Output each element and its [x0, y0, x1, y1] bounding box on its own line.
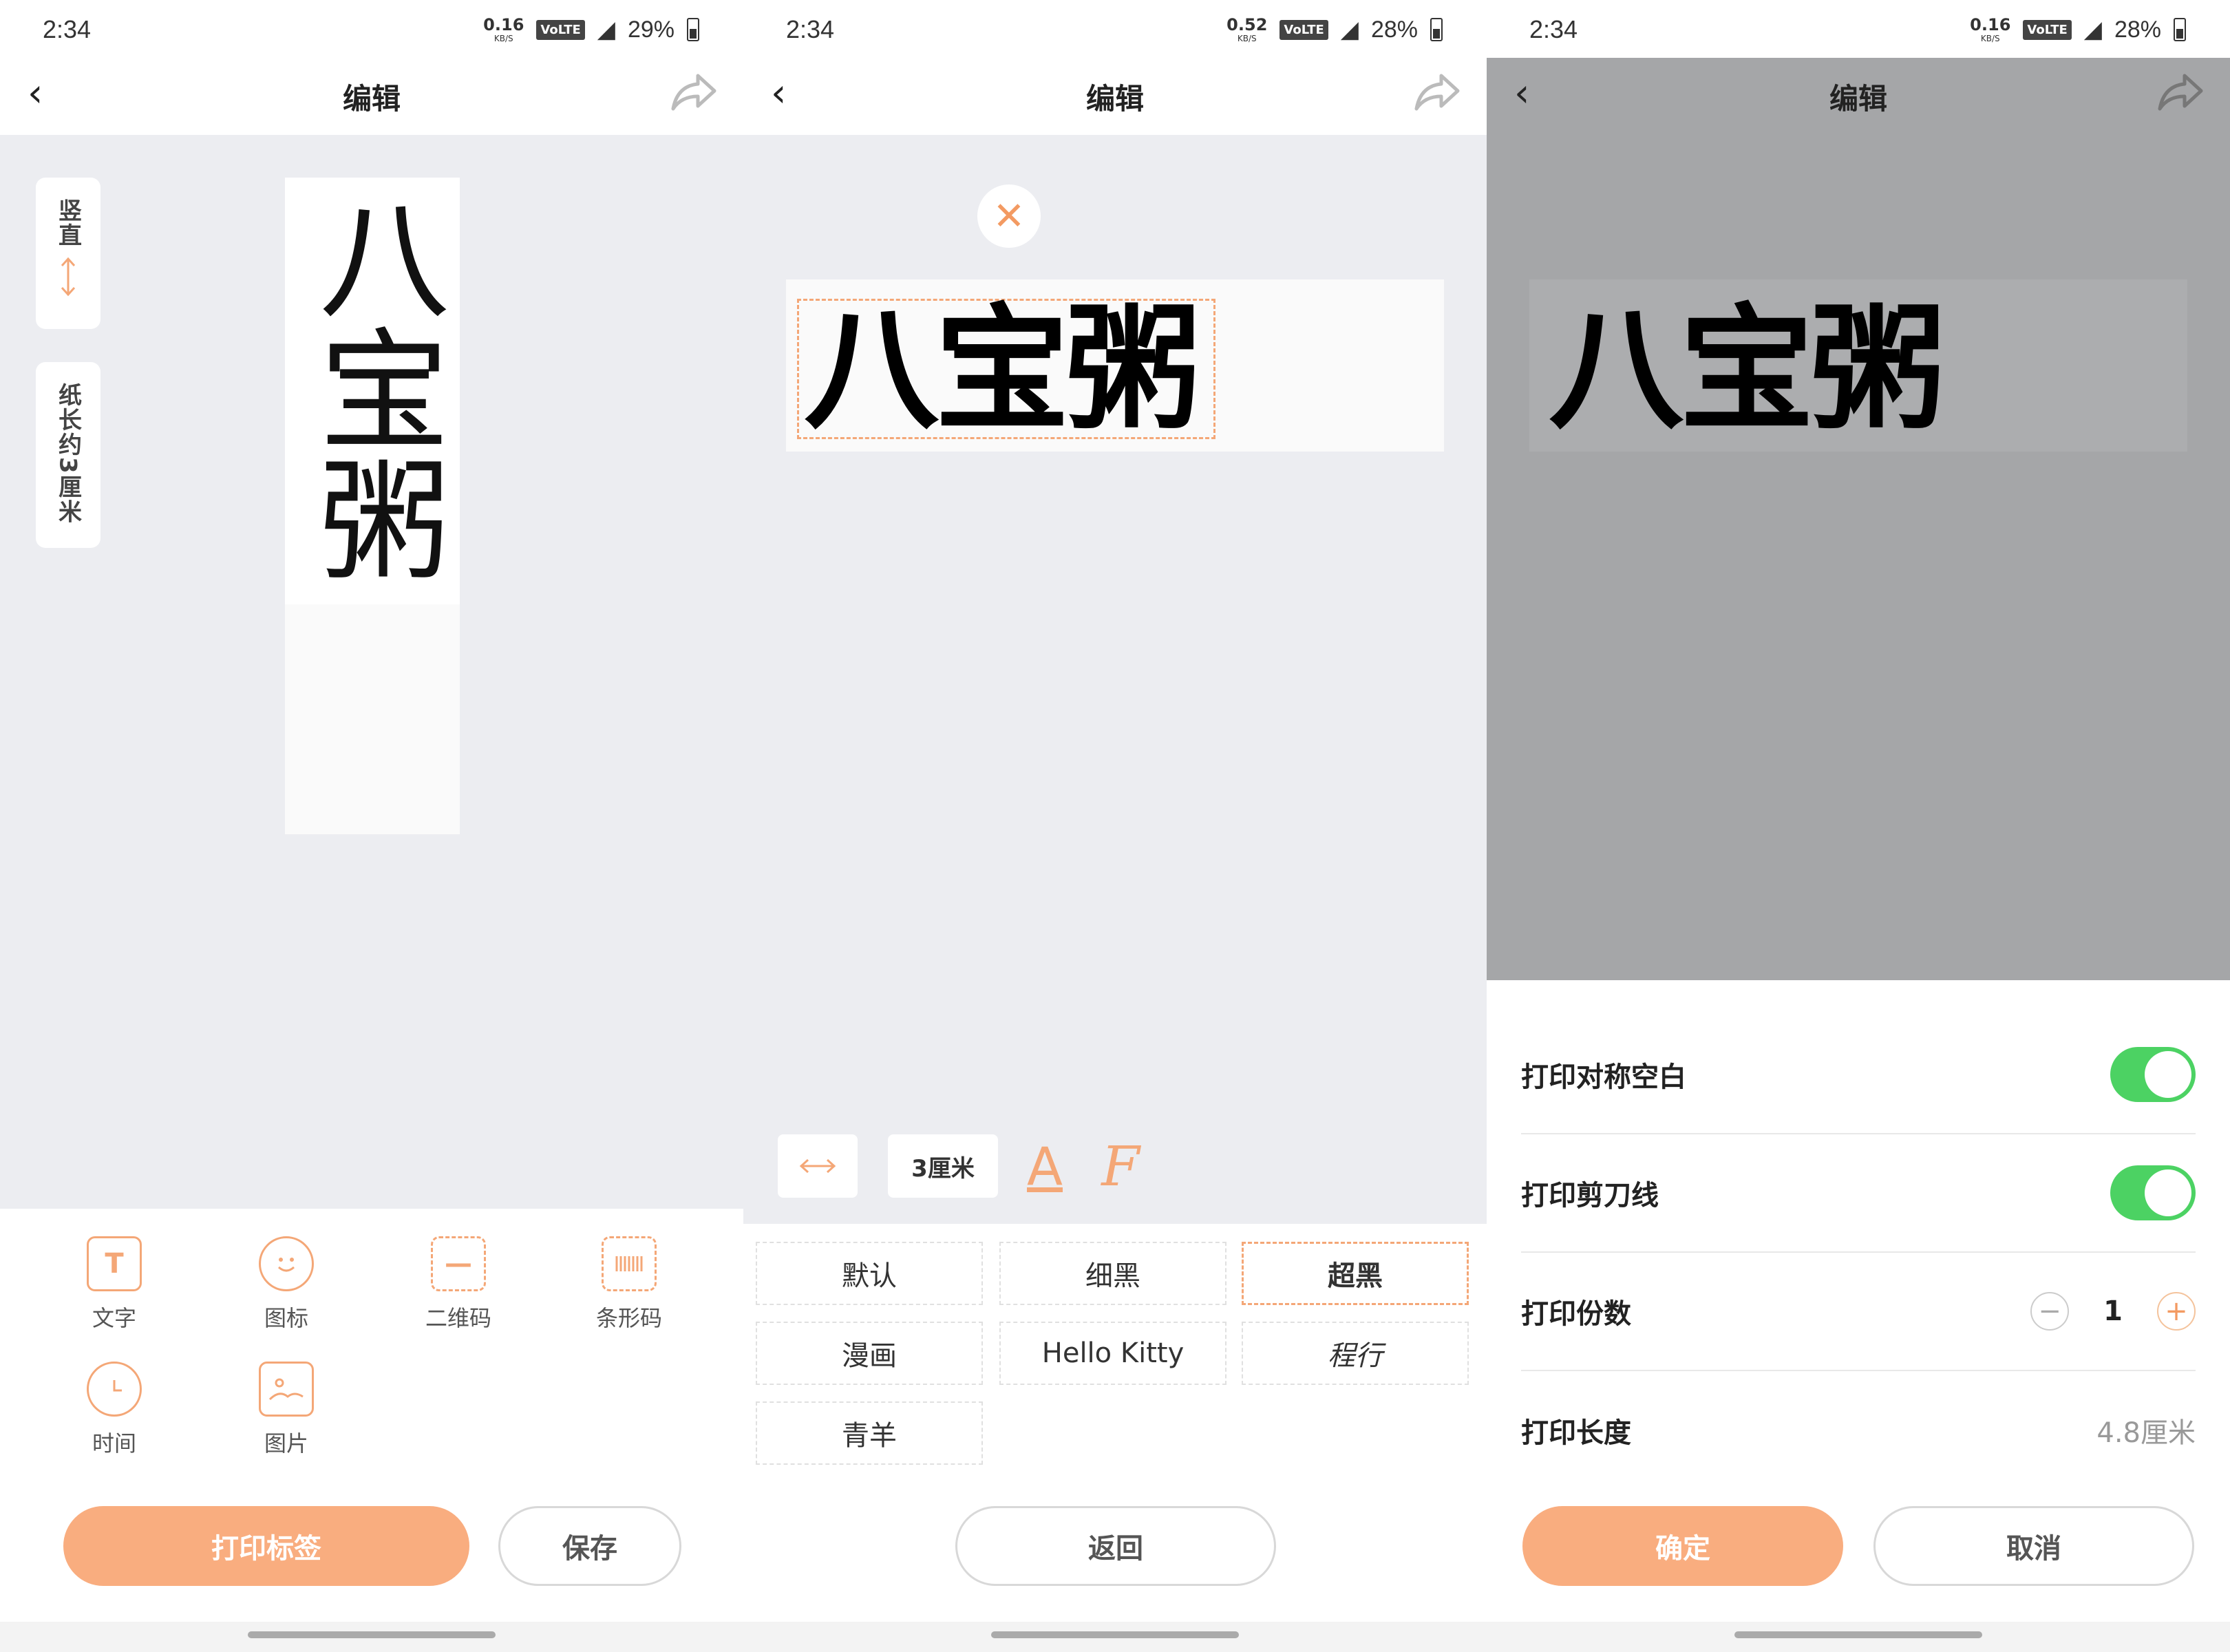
cancel-button[interactable]: 取消 [1873, 1506, 2194, 1586]
signal-icon: ◢ [1340, 16, 1359, 43]
label-text[interactable]: 八宝粥 [804, 295, 1200, 446]
font-option[interactable]: 程行 [1242, 1322, 1469, 1385]
font-picker-screen: 2:34 0.52 KB/S VoLTE ◢ 28% ‹ 编辑 ✕ 八宝粥 3厘米… [743, 0, 1487, 1652]
nav-bar [1487, 1622, 2230, 1652]
label-preview: 八宝粥 [1529, 279, 2187, 452]
tool-time[interactable]: 时间 [45, 1362, 183, 1458]
battery-percent: 29% [627, 16, 675, 43]
tool-image[interactable]: 图片 [217, 1362, 355, 1458]
copies-stepper: − 1 + [2030, 1292, 2196, 1331]
battery-icon [1430, 18, 1443, 41]
font-option-selected[interactable]: 超黑 [1242, 1242, 1469, 1305]
page-title: 编辑 [342, 82, 401, 116]
copies-label: 打印份数 [1521, 1298, 1631, 1330]
network-speed: 0.16 KB/S [483, 15, 524, 43]
paper-length-label: 纸长约3厘米 [54, 383, 82, 525]
symmetric-blank-row: 打印对称空白 [1521, 1016, 2196, 1134]
status-time: 2:34 [786, 15, 835, 43]
vertical-arrows-icon [61, 257, 76, 297]
confirm-button[interactable]: 确定 [1522, 1506, 1843, 1586]
label-preview[interactable]: 八宝粥 [786, 279, 1444, 452]
label-text: 八宝粥 [1549, 292, 1945, 449]
size-button[interactable]: 3厘米 [888, 1134, 998, 1198]
signal-icon: ◢ [2083, 16, 2102, 43]
share-icon[interactable] [670, 72, 719, 116]
plus-icon[interactable]: + [2157, 1292, 2196, 1331]
orientation-label: 竖直 [54, 198, 82, 248]
editor-screen: 2:34 0.16 KB/S VoLTE ◢ 29% ‹ 编辑 竖直 纸长约3厘米… [0, 0, 743, 1652]
home-handle[interactable] [1734, 1631, 1982, 1638]
top-bar: ‹ 编辑 [743, 58, 1487, 135]
close-icon[interactable]: ✕ [977, 184, 1041, 248]
length-row: 打印长度 4.8厘米 [1521, 1371, 2196, 1490]
signal-icon: ◢ [597, 16, 615, 43]
tool-barcode[interactable]: 条形码 [560, 1236, 698, 1333]
font-option[interactable]: 细黑 [999, 1242, 1226, 1305]
tool-icon[interactable]: 图标 [217, 1236, 355, 1333]
paper-length-badge[interactable]: 纸长约3厘米 [36, 362, 100, 548]
minus-icon[interactable]: − [2030, 1292, 2070, 1331]
volte-badge: VoLTE [2023, 19, 2072, 40]
nav-bar [0, 1622, 743, 1652]
font-option[interactable]: Hello Kitty [999, 1322, 1226, 1385]
qrcode-icon: — [431, 1236, 486, 1291]
font-option[interactable]: 默认 [756, 1242, 983, 1305]
font-list: 默认 细黑 超黑 漫画 Hello Kitty 程行 青羊 [743, 1225, 1487, 1652]
nav-bar [743, 1622, 1487, 1652]
status-bar: 2:34 0.16 KB/S VoLTE ◢ 28% [1487, 0, 2230, 58]
page-title: 编辑 [1829, 82, 1887, 116]
tool-grid: T 文字 图标 — 二维码 条形码 时间 图片 [0, 1209, 743, 1484]
label-preview[interactable]: 八宝粥 [285, 178, 460, 834]
orientation-toggle[interactable]: 竖直 [36, 178, 100, 329]
battery-percent: 28% [2114, 16, 2161, 43]
font-option[interactable]: 青羊 [756, 1401, 983, 1465]
smiley-icon [259, 1236, 314, 1291]
copies-value: 1 [2103, 1295, 2123, 1327]
label-canvas: ✕ 八宝粥 [743, 135, 1487, 1224]
symmetric-blank-label: 打印对称空白 [1521, 1061, 1686, 1093]
dimmed-overlay[interactable]: ‹ 编辑 八宝粥 [1487, 58, 2230, 980]
text-icon: T [87, 1236, 142, 1291]
print-settings-screen: 2:34 0.16 KB/S VoLTE ◢ 28% ‹ 编辑 八宝粥 打印对称空… [1487, 0, 2230, 1652]
orientation-button[interactable] [778, 1134, 858, 1198]
label-canvas: 竖直 纸长约3厘米 八宝粥 [0, 135, 743, 1209]
status-time: 2:34 [1529, 15, 1578, 43]
battery-icon [2174, 18, 2186, 41]
network-speed: 0.16 KB/S [1970, 15, 2011, 43]
font-style-icon[interactable]: F [1094, 1134, 1147, 1198]
home-handle[interactable] [248, 1631, 496, 1638]
page-title: 编辑 [1085, 82, 1144, 116]
tool-text[interactable]: T 文字 [45, 1236, 183, 1333]
cut-line-toggle[interactable] [2110, 1165, 2196, 1220]
status-time: 2:34 [43, 15, 92, 43]
image-icon [259, 1362, 314, 1417]
status-bar: 2:34 0.16 KB/S VoLTE ◢ 29% [0, 0, 743, 58]
label-text[interactable]: 八宝粥 [285, 178, 460, 604]
barcode-icon [602, 1236, 657, 1291]
copies-row: 打印份数 − 1 + [1521, 1253, 2196, 1371]
share-icon [2157, 72, 2205, 116]
cut-line-label: 打印剪刀线 [1521, 1180, 1659, 1211]
font-option[interactable]: 漫画 [756, 1322, 983, 1385]
battery-percent: 28% [1370, 16, 1418, 43]
battery-icon [687, 18, 699, 41]
top-bar: ‹ 编辑 [0, 58, 743, 135]
tool-qrcode[interactable]: — 二维码 [390, 1236, 527, 1333]
network-speed: 0.52 KB/S [1226, 15, 1268, 43]
back-button[interactable]: 返回 [955, 1506, 1276, 1586]
volte-badge: VoLTE [536, 19, 585, 40]
length-label: 打印长度 [1521, 1417, 1631, 1449]
volte-badge: VoLTE [1279, 19, 1328, 40]
print-label-button[interactable]: 打印标签 [63, 1506, 469, 1586]
cut-line-row: 打印剪刀线 [1521, 1134, 2196, 1253]
symmetric-blank-toggle[interactable] [2110, 1047, 2196, 1102]
length-value: 4.8厘米 [2096, 1417, 2196, 1449]
share-icon[interactable] [1414, 72, 1462, 116]
horizontal-arrows-icon [799, 1158, 836, 1174]
clock-icon [87, 1362, 142, 1417]
status-bar: 2:34 0.52 KB/S VoLTE ◢ 28% [743, 0, 1487, 58]
save-button[interactable]: 保存 [498, 1506, 681, 1586]
home-handle[interactable] [991, 1631, 1239, 1638]
text-color-icon[interactable]: A [1019, 1134, 1071, 1198]
